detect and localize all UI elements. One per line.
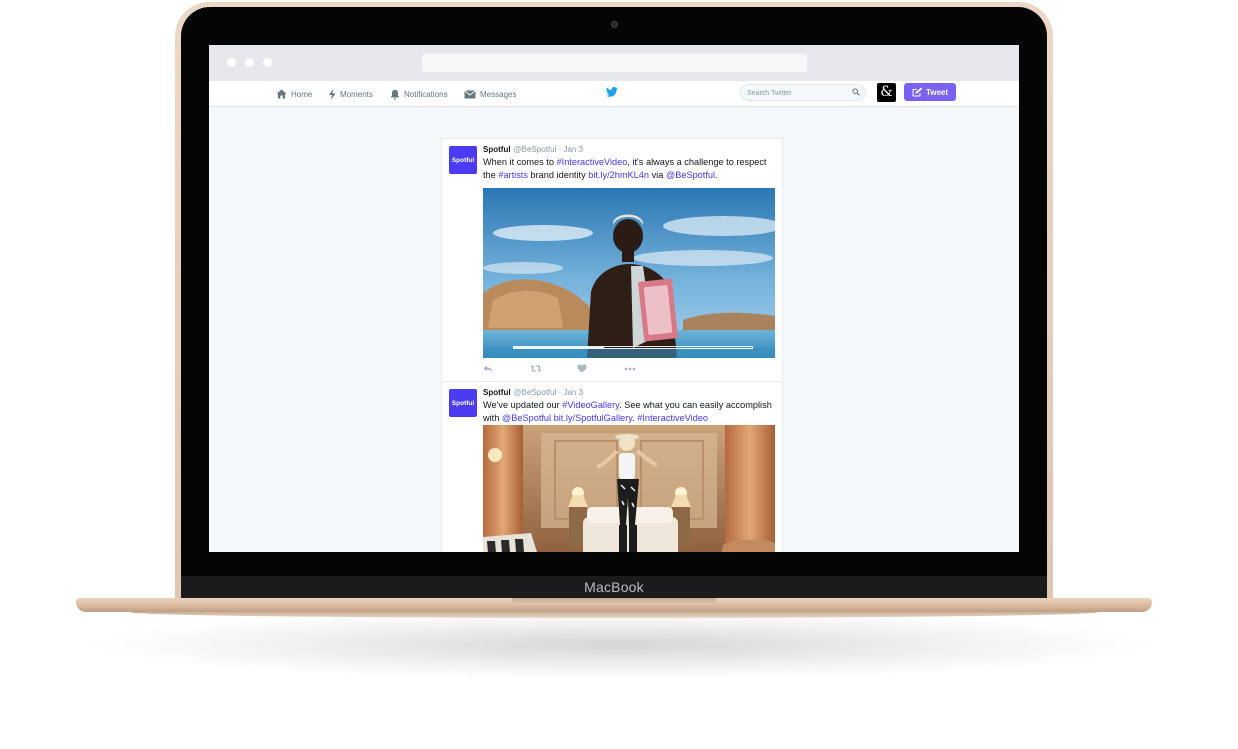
search-box [740, 84, 866, 101]
more-icon[interactable] [624, 367, 636, 371]
twitter-bird-icon[interactable] [606, 87, 618, 97]
tweet-text-part: via [649, 169, 666, 180]
hashtag-link[interactable]: #InteractiveVideo [557, 157, 628, 167]
tweet-author-name[interactable]: Spotful [483, 388, 511, 397]
address-bar[interactable] [422, 54, 807, 72]
home-icon [276, 89, 287, 99]
lightning-icon [329, 88, 336, 100]
compose-icon [912, 87, 923, 97]
hashtag-link[interactable]: #InteractiveVideo [637, 413, 708, 423]
tweet[interactable]: Spotful Spotful @BeSpotful · Jan 3 When i… [442, 139, 782, 381]
video-progress-track[interactable] [513, 346, 753, 349]
tweet-handle-date[interactable]: @BeSpotful · Jan 3 [514, 388, 584, 397]
like-icon[interactable] [577, 364, 587, 373]
tweet-button[interactable]: Tweet [904, 83, 956, 101]
video-frame [483, 188, 775, 358]
device-brand-label: MacBook [584, 579, 644, 595]
nav-moments[interactable]: Moments [328, 87, 373, 101]
hashtag-link[interactable]: #artists [498, 170, 528, 180]
nav-moments-label: Moments [340, 89, 373, 99]
search-icon[interactable] [852, 88, 860, 96]
window-close-button[interactable] [227, 58, 236, 67]
tweet-author-name[interactable]: Spotful [483, 145, 511, 154]
window-minimize-button[interactable] [245, 58, 254, 67]
avatar[interactable]: Spotful [449, 389, 477, 417]
tweet[interactable]: Spotful Spotful @BeSpotful · Jan 3 We've … [442, 381, 782, 552]
bell-icon [390, 89, 400, 100]
mention-link[interactable]: @BeSpotful [666, 170, 715, 180]
top-navigation: Home Moments Notifications Messages Sear… [209, 81, 1019, 107]
tweet-text-part: brand identity [527, 169, 589, 180]
mention-link[interactable]: @BeSpotful [502, 413, 551, 423]
hashtag-link[interactable]: #VideoGallery [562, 400, 619, 410]
search-input[interactable] [747, 87, 847, 99]
tweet-video[interactable] [483, 188, 775, 358]
profile-avatar[interactable]: & [877, 83, 896, 102]
timeline: Spotful Spotful @BeSpotful · Jan 3 When i… [441, 138, 783, 552]
reply-icon[interactable] [483, 365, 493, 373]
retweet-icon[interactable] [530, 364, 542, 373]
tweet-text-part: . [715, 169, 718, 180]
tweet-button-label: Tweet [925, 87, 949, 97]
envelope-icon [464, 89, 476, 98]
avatar[interactable]: Spotful [449, 146, 477, 174]
tweet-actions [483, 364, 636, 373]
nav-notifications[interactable]: Notifications [390, 87, 448, 101]
tweet-header: Spotful @BeSpotful · Jan 3 [483, 145, 583, 154]
url-link[interactable]: bit.ly/SpotfulGallery [554, 413, 632, 423]
video-progress-fill [514, 347, 605, 348]
tweet-handle-date[interactable]: @BeSpotful · Jan 3 [514, 145, 584, 154]
screen: Home Moments Notifications Messages Sear… [209, 45, 1019, 552]
tweet-text-part: When it comes to [483, 157, 557, 167]
nav-home-label: Home [291, 89, 313, 99]
window-zoom-button[interactable] [263, 58, 272, 67]
tweet-header: Spotful @BeSpotful · Jan 3 [483, 388, 583, 397]
url-link[interactable]: bit.ly/2hmKL4n [588, 170, 649, 180]
device-shadow [80, 610, 1160, 680]
nav-messages-label: Messages [480, 89, 517, 99]
laptop-notch [512, 598, 716, 605]
tweet-text-part: We've updated our [483, 400, 563, 410]
video-frame [483, 425, 775, 552]
tweet-text: We've updated our #VideoGallery. See wha… [483, 399, 779, 424]
nav-notifications-label: Notifications [404, 89, 448, 99]
tweet-text: When it comes to #InteractiveVideo, it's… [483, 156, 779, 181]
nav-messages[interactable]: Messages [464, 87, 516, 101]
camera-icon [611, 21, 618, 28]
tweet-video[interactable] [483, 425, 775, 552]
nav-home[interactable]: Home [276, 87, 312, 101]
browser-chrome [209, 45, 1019, 81]
